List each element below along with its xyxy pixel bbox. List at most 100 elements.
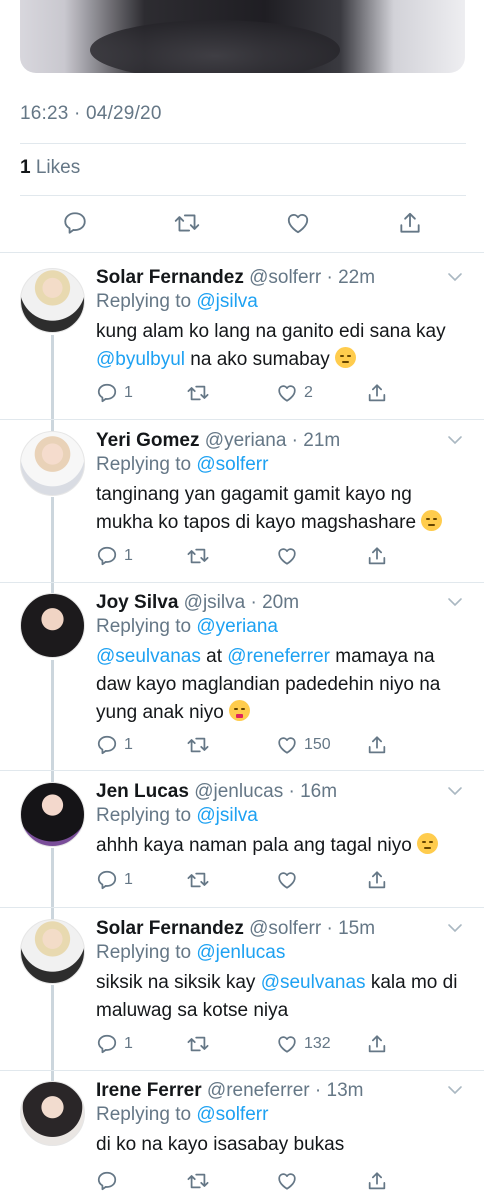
like-icon [276, 1170, 298, 1192]
retweet-icon [186, 1170, 210, 1192]
reply-button[interactable]: 1 [96, 732, 133, 758]
reply-icon [96, 382, 118, 404]
reply-text: kung alam ko lang na ganito edi sana kay… [96, 318, 464, 374]
chevron-down-icon[interactable] [446, 919, 464, 937]
avatar[interactable] [20, 268, 85, 333]
like-button[interactable]: 2 [276, 380, 313, 406]
handle[interactable]: @jenlucas [194, 781, 283, 802]
mention-link[interactable]: @seulvanas [96, 646, 201, 667]
replying-to-line: Replying to @solferr [96, 1103, 464, 1127]
divider [0, 252, 484, 253]
like-icon [276, 734, 298, 756]
mention-link[interactable]: @seulvanas [261, 972, 366, 993]
separator-dot: · [309, 1080, 327, 1101]
avatar[interactable] [20, 593, 85, 658]
handle[interactable]: @reneferrer [207, 1080, 310, 1101]
replying-to-line: Replying to @yeriana [96, 615, 464, 639]
replying-to-label: Replying to [96, 616, 197, 637]
reply-icon[interactable] [60, 208, 90, 238]
reply-header: Jen Lucas @jenlucas · 16m [96, 780, 464, 804]
handle[interactable]: @jsilva [184, 592, 246, 613]
retweet-button[interactable] [186, 732, 210, 758]
replying-to-handle[interactable]: @jenlucas [196, 942, 285, 963]
share-button[interactable] [366, 867, 388, 893]
thread-line [51, 497, 54, 593]
share-icon[interactable] [395, 208, 425, 238]
share-button[interactable] [366, 380, 388, 406]
like-button[interactable]: 150 [276, 732, 331, 758]
like-count: 132 [304, 1035, 331, 1052]
share-button[interactable] [366, 543, 388, 569]
like-icon [276, 869, 298, 891]
share-button[interactable] [366, 1168, 388, 1194]
reply-text: tanginang yan gagamit gamit kayo ng mukh… [96, 481, 464, 537]
replying-to-handle[interactable]: @jsilva [196, 291, 258, 312]
like-icon [276, 1033, 298, 1055]
reply-text: siksik na siksik kay @seulvanas kala mo … [96, 969, 464, 1025]
display-name[interactable]: Solar Fernandez [96, 918, 244, 939]
like-icon[interactable] [283, 208, 313, 238]
text-segment: tanginang yan gagamit gamit kayo ng mukh… [96, 484, 422, 533]
thread-line [51, 848, 54, 920]
likes-label: Likes [30, 157, 81, 178]
pensive-emoji [334, 347, 356, 368]
display-name[interactable]: Joy Silva [96, 592, 178, 613]
reply-action-bar: 1 132 [96, 1031, 396, 1057]
retweet-button[interactable] [186, 1031, 210, 1057]
reply-button[interactable]: 1 [96, 867, 133, 893]
reply-button[interactable]: 1 [96, 380, 133, 406]
chevron-down-icon[interactable] [446, 782, 464, 800]
retweet-button[interactable] [186, 543, 210, 569]
display-name[interactable]: Jen Lucas [96, 781, 189, 802]
retweet-icon[interactable] [172, 208, 202, 238]
timestamp: 20m [262, 592, 300, 613]
reply-icon [96, 869, 118, 891]
retweet-button[interactable] [186, 867, 210, 893]
avatar[interactable] [20, 431, 85, 496]
display-name[interactable]: Yeri Gomez [96, 430, 200, 451]
reply-button[interactable]: 1 [96, 1031, 133, 1057]
reply-button[interactable]: 1 [96, 543, 133, 569]
display-name[interactable]: Irene Ferrer [96, 1080, 202, 1101]
avatar[interactable] [20, 1081, 85, 1146]
like-button[interactable] [276, 1168, 298, 1194]
retweet-button[interactable] [186, 1168, 210, 1194]
reply-action-bar: 1 [96, 543, 396, 569]
avatar[interactable] [20, 782, 85, 847]
avatar[interactable] [20, 919, 85, 984]
replying-to-handle[interactable]: @yeriana [196, 616, 278, 637]
reply-header: Solar Fernandez @solferr · 15m [96, 917, 464, 941]
chevron-down-icon[interactable] [446, 593, 464, 611]
replying-to-handle[interactable]: @jsilva [196, 805, 258, 826]
share-button[interactable] [366, 732, 388, 758]
divider [0, 582, 484, 583]
replying-to-handle[interactable]: @solferr [196, 454, 268, 475]
mention-link[interactable]: @byulbyul [96, 349, 185, 370]
text-segment: ahhh kaya naman pala ang tagal niyo [96, 835, 418, 856]
reply-header: Yeri Gomez @yeriana · 21m [96, 429, 464, 453]
reply-header: Solar Fernandez @solferr · 22m [96, 266, 464, 290]
handle[interactable]: @yeriana [205, 430, 287, 451]
retweet-button[interactable] [186, 380, 210, 406]
like-button[interactable]: 132 [276, 1031, 331, 1057]
likes-count-link[interactable]: 1 Likes [20, 157, 80, 179]
reply-icon [96, 1033, 118, 1055]
chevron-down-icon[interactable] [446, 1081, 464, 1099]
handle[interactable]: @solferr [249, 918, 321, 939]
chevron-down-icon[interactable] [446, 268, 464, 286]
thread-line [51, 985, 54, 1081]
replying-to-handle[interactable]: @solferr [196, 1104, 268, 1125]
tweet-media-image[interactable] [20, 0, 465, 73]
display-name[interactable]: Solar Fernandez [96, 267, 244, 288]
separator-dot: · [245, 592, 263, 613]
handle[interactable]: @solferr [249, 267, 321, 288]
reply-header: Joy Silva @jsilva · 20m [96, 591, 464, 615]
thread-line [51, 335, 54, 431]
like-button[interactable] [276, 867, 304, 893]
mention-link[interactable]: @reneferrer [227, 646, 330, 667]
share-button[interactable] [366, 1031, 388, 1057]
reply-button[interactable] [96, 1168, 118, 1194]
chevron-down-icon[interactable] [446, 431, 464, 449]
tweet-action-bar [0, 196, 484, 252]
like-button[interactable] [276, 543, 304, 569]
